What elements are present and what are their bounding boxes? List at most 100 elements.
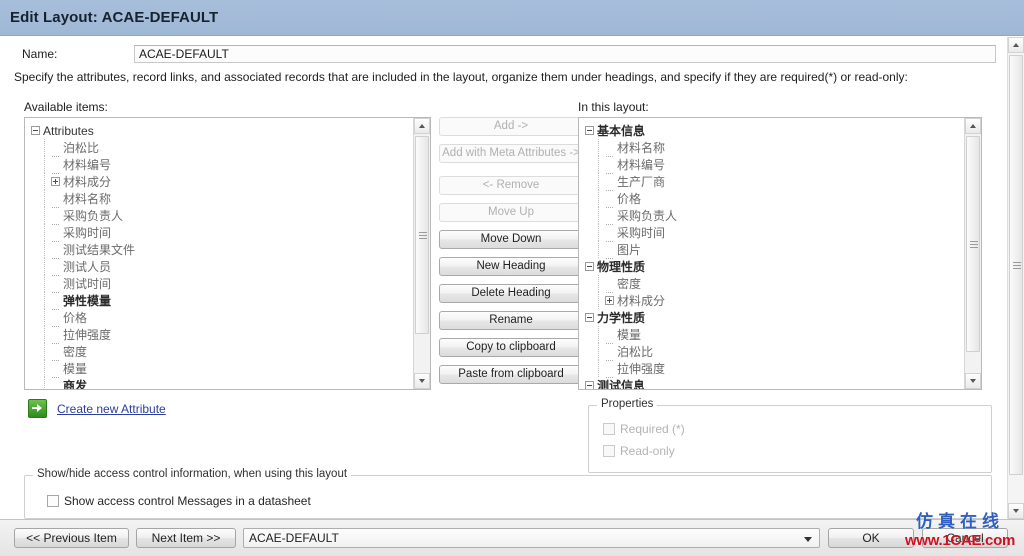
readonly-checkbox[interactable] bbox=[603, 445, 615, 457]
tree-node[interactable]: 密度 bbox=[25, 343, 413, 361]
readonly-label: Read-only bbox=[620, 444, 675, 458]
cancel-button[interactable]: Cancel bbox=[922, 528, 1008, 548]
available-items-tree[interactable]: Attributes 泊松比 材料编号 材料成分 材料名称 采购负责人 采购时间 测试结果文件… bbox=[24, 117, 431, 390]
collapse-node-icon[interactable] bbox=[585, 381, 594, 389]
move-down-button[interactable]: Move Down bbox=[439, 230, 583, 249]
tree-node[interactable]: 泊松比 bbox=[25, 139, 413, 157]
tree-node[interactable]: 测试时间 bbox=[25, 275, 413, 293]
in-this-layout-tree[interactable]: 基本信息 材料名称 材料编号 生产厂商 价格 采购负责人 采购时间 图片 物理性质 密度 材料成分力… bbox=[578, 117, 982, 390]
tree-node-label: 弹性模量 bbox=[63, 294, 112, 308]
tree-node[interactable]: 泊松比 bbox=[579, 343, 964, 361]
scrollbar-thumb[interactable] bbox=[966, 136, 980, 352]
tree-node[interactable]: 材料成分 bbox=[25, 173, 413, 190]
collapse-node-icon[interactable] bbox=[31, 126, 40, 135]
tree-node[interactable]: 弹性模量 bbox=[25, 292, 413, 310]
copy-to-clipboard-button[interactable]: Copy to clipboard bbox=[439, 338, 583, 357]
scroll-down-arrow-icon[interactable] bbox=[1008, 503, 1024, 519]
tree-node-label: 拉伸强度 bbox=[617, 362, 666, 376]
scrollbar-grip-icon bbox=[1013, 262, 1021, 269]
chevron-down-icon bbox=[804, 537, 812, 542]
dialog-body: Name: Specify the attributes, record lin… bbox=[0, 37, 1024, 519]
collapse-node-icon[interactable] bbox=[585, 313, 594, 322]
tree-node-label: 模量 bbox=[63, 362, 88, 376]
tree-node[interactable]: 价格 bbox=[25, 309, 413, 327]
tree-guide-line bbox=[39, 173, 51, 190]
tree-node-label: 价格 bbox=[617, 192, 642, 206]
tree-node[interactable]: 采购负责人 bbox=[579, 207, 964, 225]
tree-node[interactable]: 密度 bbox=[579, 275, 964, 293]
tree-node[interactable]: 采购时间 bbox=[25, 224, 413, 242]
available-items-label: Available items: bbox=[24, 100, 108, 114]
inlayout-tree-scrollbar[interactable] bbox=[964, 118, 981, 389]
expand-node-icon[interactable] bbox=[51, 177, 60, 186]
scroll-down-arrow-icon[interactable] bbox=[414, 373, 430, 389]
tree-node[interactable]: 商发 bbox=[25, 377, 413, 389]
tree-node[interactable]: Attributes bbox=[25, 122, 413, 139]
tree-node[interactable]: 材料编号 bbox=[25, 156, 413, 174]
tree-guide-line bbox=[39, 309, 51, 326]
delete-heading-button[interactable]: Delete Heading bbox=[439, 284, 583, 303]
scroll-up-arrow-icon[interactable] bbox=[1008, 37, 1024, 53]
readonly-checkbox-row[interactable]: Read-only bbox=[603, 444, 675, 458]
scrollbar-thumb[interactable] bbox=[415, 136, 429, 334]
page-scrollbar[interactable] bbox=[1007, 37, 1024, 519]
window-title: Edit Layout: ACAE-DEFAULT bbox=[10, 9, 219, 26]
tree-node-label: 密度 bbox=[63, 345, 88, 359]
available-tree-scrollbar[interactable] bbox=[413, 118, 430, 389]
scroll-down-arrow-icon[interactable] bbox=[965, 373, 981, 389]
collapse-node-icon[interactable] bbox=[585, 126, 594, 135]
access-control-title: Show/hide access control information, wh… bbox=[33, 468, 352, 480]
tree-guide-line bbox=[39, 156, 51, 173]
scrollbar-thumb[interactable] bbox=[1009, 55, 1023, 475]
create-new-attribute-row[interactable]: Create new Attribute bbox=[28, 399, 166, 418]
tree-node-label: 物理性质 bbox=[597, 260, 646, 274]
tree-guide-line bbox=[593, 292, 605, 309]
tree-node[interactable]: 测试信息 bbox=[579, 377, 964, 389]
tree-guide-line bbox=[39, 343, 51, 360]
create-new-attribute-link[interactable]: Create new Attribute bbox=[57, 402, 166, 416]
scroll-up-arrow-icon[interactable] bbox=[965, 118, 981, 134]
next-item-button[interactable]: Next Item >> bbox=[136, 528, 236, 548]
scroll-up-arrow-icon[interactable] bbox=[414, 118, 430, 134]
collapse-node-icon[interactable] bbox=[585, 262, 594, 271]
tree-guide-line bbox=[593, 326, 605, 343]
properties-title: Properties bbox=[597, 398, 658, 410]
ok-button[interactable]: OK bbox=[828, 528, 914, 548]
tree-node-label: 测试结果文件 bbox=[63, 243, 136, 257]
rename-button[interactable]: Rename bbox=[439, 311, 583, 330]
tree-guide-line bbox=[593, 156, 605, 173]
tree-node[interactable]: 测试结果文件 bbox=[25, 241, 413, 259]
required-checkbox[interactable] bbox=[603, 423, 615, 435]
layout-name-input[interactable] bbox=[134, 45, 996, 63]
previous-item-button[interactable]: << Previous Item bbox=[14, 528, 129, 548]
tree-node[interactable]: 拉伸强度 bbox=[25, 326, 413, 344]
action-button-column: Add -> Add with Meta Attributes -> <- Remo… bbox=[439, 117, 583, 392]
tree-node[interactable]: 材料名称 bbox=[25, 190, 413, 208]
expand-node-icon[interactable] bbox=[605, 296, 614, 305]
tree-node[interactable]: 力学性质 bbox=[579, 309, 964, 326]
tree-node[interactable]: 采购负责人 bbox=[25, 207, 413, 225]
tree-node[interactable]: 采购时间 bbox=[579, 224, 964, 242]
access-control-checkbox[interactable] bbox=[47, 495, 59, 507]
tree-node[interactable]: 模量 bbox=[579, 326, 964, 344]
tree-node[interactable]: 材料编号 bbox=[579, 156, 964, 174]
tree-node[interactable]: 基本信息 bbox=[579, 122, 964, 139]
tree-node-label: 测试信息 bbox=[597, 379, 646, 389]
add-with-meta-attributes-button: Add with Meta Attributes -> bbox=[439, 144, 583, 163]
access-control-checkbox-row[interactable]: Show access control Messages in a datash… bbox=[47, 494, 311, 508]
dialog-description: Specify the attributes, record links, an… bbox=[14, 70, 908, 84]
tree-node[interactable]: 物理性质 bbox=[579, 258, 964, 275]
new-heading-button[interactable]: New Heading bbox=[439, 257, 583, 276]
tree-node[interactable]: 材料名称 bbox=[579, 139, 964, 157]
tree-node[interactable]: 材料成分 bbox=[579, 292, 964, 309]
tree-node[interactable]: 价格 bbox=[579, 190, 964, 208]
tree-node[interactable]: 测试人员 bbox=[25, 258, 413, 276]
tree-node[interactable]: 模量 bbox=[25, 360, 413, 378]
window-titlebar: Edit Layout: ACAE-DEFAULT bbox=[0, 0, 1024, 36]
required-checkbox-row[interactable]: Required (*) bbox=[603, 422, 685, 436]
tree-node[interactable]: 拉伸强度 bbox=[579, 360, 964, 378]
paste-from-clipboard-button[interactable]: Paste from clipboard bbox=[439, 365, 583, 384]
tree-node[interactable]: 图片 bbox=[579, 241, 964, 259]
tree-node[interactable]: 生产厂商 bbox=[579, 173, 964, 191]
layout-select-dropdown[interactable]: ACAE-DEFAULT bbox=[243, 528, 820, 548]
